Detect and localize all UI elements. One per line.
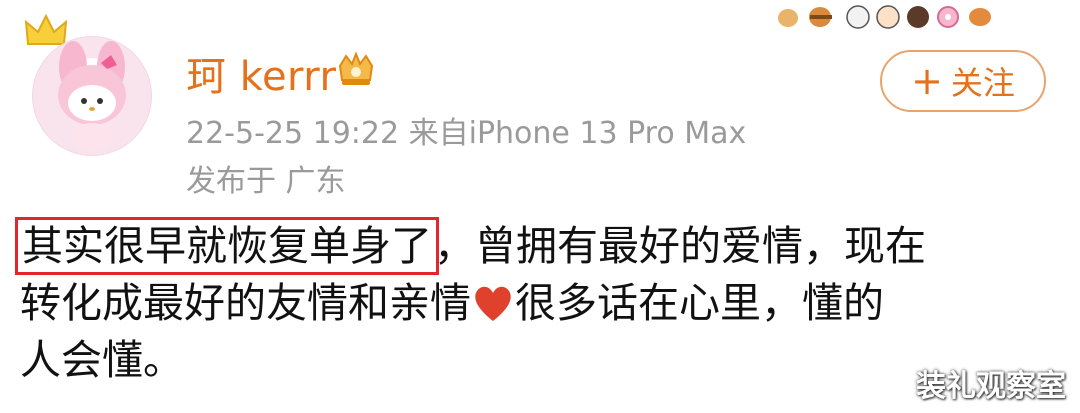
follow-label: 关注 [950,64,1015,102]
heart-emoji-icon [475,286,511,321]
vip-crown-icon [338,51,374,85]
post-text-2a: 转化成最好的友情和亲情 [20,279,471,327]
avatar-image [32,36,152,156]
timestamp-source: 22-5-25 19:22 来自iPhone 13 Pro Max [186,116,747,151]
post-text-3: 人会懂。 [20,336,184,384]
username[interactable]: 珂 kerrr [186,44,337,102]
avatar[interactable] [24,14,156,156]
highlighted-text: 其实很早就恢复单身了 [15,217,439,275]
post-content: 其实很早就恢复单身了，曾拥有最好的爱情，现在 转化成最好的友情和亲情 很多话在心里… [15,217,1060,389]
follow-button[interactable]: + 关注 [880,50,1046,112]
post-line-1: 其实很早就恢复单身了，曾拥有最好的爱情，现在 [15,217,1060,275]
my-melody-icon [58,41,126,151]
plus-icon: + [911,59,943,103]
post-line-2: 转化成最好的友情和亲情 很多话在心里，懂的 [20,275,1060,332]
post-text-2b: 很多话在心里，懂的 [515,279,884,327]
watermark: 装礼观察室 [916,369,1066,404]
post-location: 发布于 广东 [186,164,346,199]
post-line-3: 人会懂。 [20,332,1060,389]
decorative-stickers-icon [778,5,991,29]
post-text-1: ，曾拥有最好的爱情，现在 [434,222,926,270]
